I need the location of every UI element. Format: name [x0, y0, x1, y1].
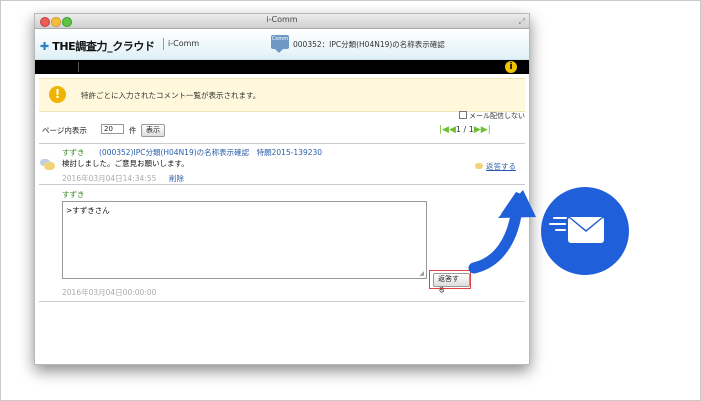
- speed-line: [549, 223, 566, 225]
- speed-line: [555, 229, 566, 231]
- speed-line: [553, 217, 567, 219]
- envelope-icon: [568, 217, 604, 243]
- mail-badge: [541, 187, 629, 275]
